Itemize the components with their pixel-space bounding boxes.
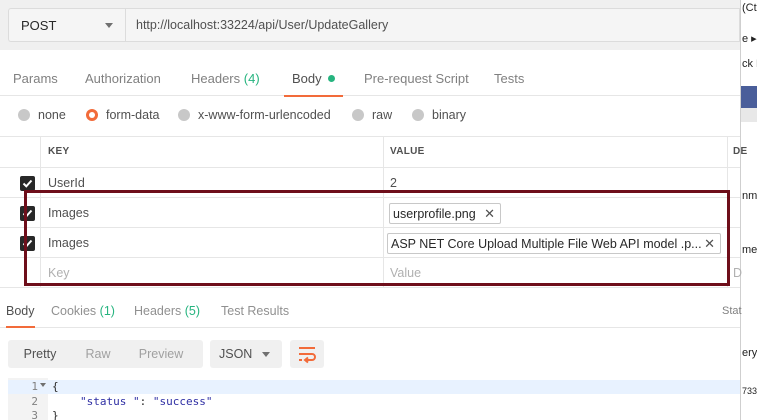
tab-label: Body — [6, 304, 35, 318]
fold-arrow-icon[interactable] — [40, 383, 46, 387]
radio-label: raw — [372, 108, 393, 122]
right-edge-text: nme — [742, 190, 757, 202]
tab-params[interactable]: Params — [13, 62, 58, 96]
table-header: KEY VALUE DE — [0, 136, 747, 168]
right-edge-text: e ▸ — [742, 33, 757, 45]
tab-label: Test Results — [221, 304, 290, 318]
body-indicator-dot — [327, 75, 335, 83]
radio-circle-icon — [18, 109, 30, 121]
format-label: JSON — [219, 347, 253, 361]
line-number: 2 — [31, 395, 38, 408]
response-code-editor[interactable]: 1 { 2 "status ": "success" 3 } — [0, 378, 740, 420]
tab-tests[interactable]: Tests — [494, 62, 524, 96]
headers-count: (5) — [184, 304, 201, 318]
request-url-bar: POST http://localhost:33224/api/User/Upd… — [0, 0, 740, 50]
body-type-options: none form-data x-www-form-urlencoded raw… — [0, 102, 740, 130]
right-edge-text: (Ct — [742, 2, 757, 14]
radio-label: form-data — [106, 108, 160, 122]
key-column-header: KEY — [48, 146, 70, 157]
line-number: 3 — [31, 409, 38, 420]
wrap-icon — [299, 347, 316, 364]
status-label: Stat — [722, 305, 742, 317]
tab-label: Params — [13, 71, 58, 86]
raw-button[interactable]: Raw — [68, 340, 128, 368]
pretty-button[interactable]: Pretty — [8, 340, 72, 368]
line-number: 1 — [31, 380, 38, 393]
code-line: "status ": "success" — [80, 395, 212, 408]
radio-raw[interactable]: raw — [352, 108, 392, 122]
checkmark-icon — [22, 179, 33, 188]
radio-none[interactable]: none — [18, 108, 66, 122]
right-edge-text: ery — [742, 347, 757, 359]
active-line-highlight — [8, 380, 740, 394]
code-line: { — [52, 380, 59, 393]
tab-response-headers[interactable]: Headers (5) — [134, 296, 200, 326]
tab-label: Tests — [494, 71, 525, 86]
tab-response-body[interactable]: Body — [6, 296, 35, 328]
headers-count: (4) — [243, 71, 260, 86]
radio-circle-icon — [352, 109, 364, 121]
radio-label: x-www-form-urlencoded — [198, 108, 331, 122]
chevron-down-icon — [262, 352, 270, 357]
right-edge-text: med — [742, 244, 757, 256]
radio-circle-icon — [178, 109, 190, 121]
tab-label: Cookies — [51, 304, 97, 318]
format-select[interactable]: JSON — [210, 340, 282, 368]
description-column-header: DE — [733, 146, 748, 157]
tab-authorization[interactable]: Authorization — [85, 62, 161, 96]
json-value: "success" — [152, 395, 213, 408]
tab-body[interactable]: Body — [284, 62, 343, 97]
tab-label: Authorization — [85, 71, 161, 86]
method-select[interactable]: POST — [8, 8, 125, 42]
radio-form-data[interactable]: form-data — [86, 108, 160, 122]
tab-label: Headers — [191, 71, 241, 86]
radio-x-www-form-urlencoded[interactable]: x-www-form-urlencoded — [178, 108, 331, 122]
right-edge-panel: (Ct e ▸ ck F nme med ery 733 — [740, 0, 757, 420]
radio-binary[interactable]: binary — [412, 108, 466, 122]
value-column-header: VALUE — [390, 146, 425, 157]
radio-selected-icon — [86, 109, 98, 121]
chevron-down-icon — [105, 23, 113, 28]
tab-label: Headers — [134, 304, 182, 318]
row-checkbox[interactable] — [20, 176, 35, 191]
cookies-count: (1) — [99, 304, 115, 318]
tab-cookies[interactable]: Cookies (1) — [51, 296, 115, 326]
tab-pre-request-script[interactable]: Pre-request Script — [364, 62, 469, 96]
right-edge-text: ck F — [742, 58, 757, 70]
radio-label: none — [38, 108, 66, 122]
radio-label: binary — [432, 108, 467, 122]
json-separator: : — [139, 395, 153, 408]
tab-label: Body — [292, 71, 322, 86]
highlight-box — [24, 190, 730, 286]
request-tabs: Params Authorization Headers (4) Body Pr… — [0, 62, 740, 97]
method-label: POST — [21, 17, 57, 33]
preview-button[interactable]: Preview — [128, 340, 194, 368]
code-line: } — [52, 409, 59, 420]
description-input[interactable]: D — [733, 258, 742, 288]
radio-circle-icon — [412, 109, 424, 121]
view-mode-group: Pretty Raw Preview — [8, 340, 203, 368]
tab-label: Pre-request Script — [364, 71, 469, 86]
right-edge-bar — [741, 86, 757, 108]
json-key: "status " — [80, 395, 140, 408]
tab-test-results[interactable]: Test Results — [221, 296, 289, 326]
tab-headers[interactable]: Headers (4) — [191, 62, 260, 96]
response-tabs: Body Cookies (1) Headers (5) Test Result… — [0, 296, 742, 328]
response-toolbar: Pretty Raw Preview JSON — [0, 336, 740, 372]
wrap-lines-button[interactable] — [290, 340, 324, 368]
right-edge-text: 733 — [742, 386, 757, 396]
url-input[interactable]: http://localhost:33224/api/User/UpdateGa… — [125, 8, 740, 42]
right-edge-strip — [741, 108, 757, 122]
